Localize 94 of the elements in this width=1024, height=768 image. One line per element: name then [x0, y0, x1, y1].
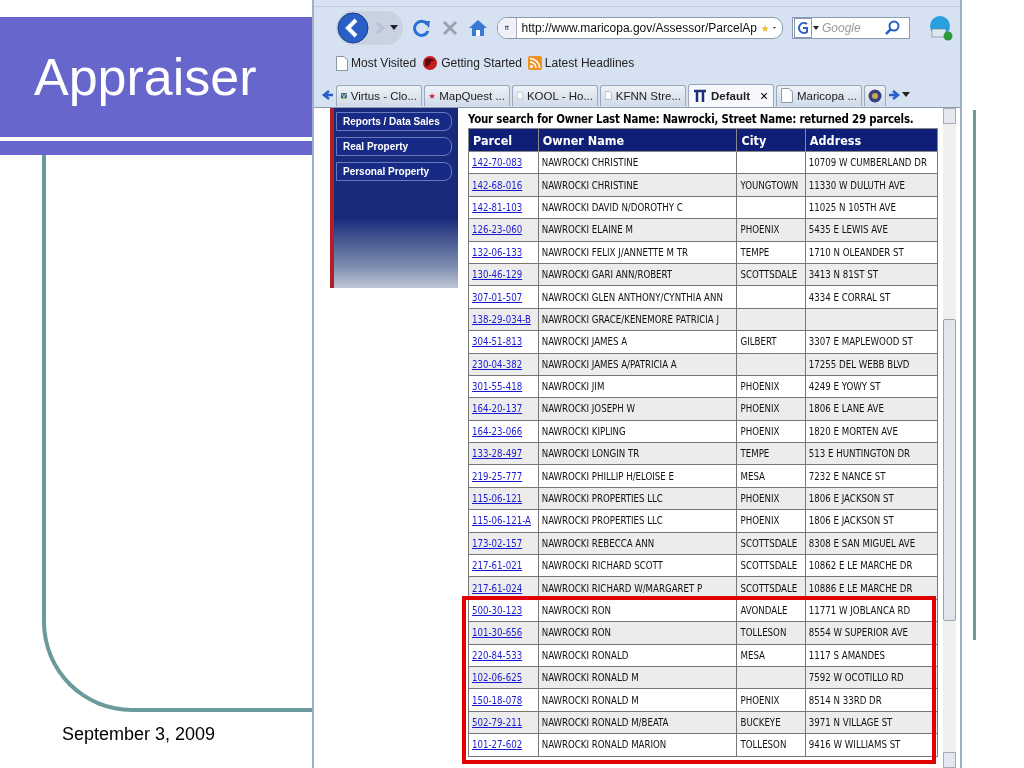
table-cell: 1806 E LANE AVE [805, 397, 938, 421]
table-cell: 513 E HUNTINGTON DR [805, 442, 938, 465]
table-cell: 1820 E MORTEN AVE [805, 420, 938, 443]
table-cell: PHOENIX [737, 375, 806, 398]
column-header: Owner Name [538, 128, 737, 152]
search-box[interactable]: Google [792, 17, 910, 39]
slide-date: September 3, 2009 [62, 724, 216, 745]
table-cell: 1806 E JACKSON ST [805, 487, 938, 510]
search-field[interactable]: Google [822, 21, 882, 35]
table-cell: TEMPE [737, 241, 806, 264]
browser-tab[interactable]: Maricopa ... [776, 84, 862, 106]
table-cell: NAWROCKI JAMES A/PATRICIA A [538, 353, 737, 376]
browser-tab[interactable]: MapQuest ... [424, 84, 510, 106]
table-cell: 5435 E LEWIS AVE [805, 218, 938, 242]
page-icon [781, 88, 793, 103]
nav-button[interactable]: Personal Property [336, 162, 452, 181]
table-cell: 1710 N OLEANDER ST [805, 241, 938, 264]
table-cell: 11025 N 105TH AVE [805, 196, 938, 219]
address-field[interactable]: http://www.maricopa.gov/Assessor/ParcelAp [497, 17, 783, 39]
table-cell: NAWROCKI CHRISTINE [538, 151, 737, 174]
browser-tab[interactable]: KFNN Stre... [600, 84, 686, 106]
table-cell: NAWROCKI DAVID N/DOROTHY C [538, 196, 737, 219]
site-icon [693, 88, 707, 103]
table-cell: NAWROCKI JOSEPH W [538, 397, 737, 421]
table-cell: NAWROCKI GLEN ANTHONY/CYNTHIA ANN [538, 285, 737, 309]
table-cell: NAWROCKI GARI ANN/ROBERT [538, 263, 737, 286]
bookmark-page-icon [336, 55, 348, 71]
table-cell: NAWROCKI CHRISTINE [538, 173, 737, 197]
reload-icon[interactable] [412, 18, 432, 38]
table-cell: 17255 DEL WEBB BLVD [805, 353, 938, 376]
table-cell: 1806 E JACKSON ST [805, 509, 938, 533]
caret-icon [902, 92, 910, 98]
table-cell: 7232 E NANCE ST [805, 464, 938, 488]
table-cell: NAWROCKI GRACE/KENEMORE PATRICIA J [538, 308, 737, 331]
globe-icon [422, 55, 439, 71]
table-cell: 10709 W CUMBERLAND DR [805, 151, 938, 174]
table-cell: PHOENIX [737, 509, 806, 533]
page-icon [517, 88, 523, 103]
bookmark-link[interactable]: Getting Started [441, 56, 522, 70]
table-cell: NAWROCKI PROPERTIES LLC [538, 487, 737, 510]
table-cell: NAWROCKI JAMES A [538, 330, 737, 353]
table-cell: 3307 E MAPLEWOOD ST [805, 330, 938, 353]
table-cell: NAWROCKI LONGIN TR [538, 442, 737, 465]
browser-tab[interactable]: Default × [688, 83, 774, 107]
browser-tab[interactable] [864, 84, 886, 106]
table-cell: NAWROCKI PHILLIP H/ELOISE E [538, 464, 737, 488]
table-cell: NAWROCKI PROPERTIES LLC [538, 509, 737, 533]
scroll-thumb[interactable] [943, 319, 956, 621]
search-icon[interactable] [884, 20, 900, 36]
column-header: City [737, 128, 806, 152]
table-cell: NAWROCKI ELAINE M [538, 218, 737, 242]
bookmark-link[interactable]: Latest Headlines [544, 56, 635, 70]
seal-icon [868, 88, 882, 103]
search-engine-icon[interactable] [794, 18, 820, 38]
table-cell: SCOTTSDALE [737, 554, 806, 577]
table-cell: 4249 E YOWY ST [805, 375, 938, 398]
table-cell: 8308 E SAN MIGUEL AVE [805, 532, 938, 555]
home-icon[interactable] [468, 19, 488, 37]
table-cell: NAWROCKI REBECCA ANN [538, 532, 737, 555]
table-cell: NAWROCKI JIM [538, 375, 737, 398]
browser-tab[interactable]: KOOL - Ho... [512, 84, 598, 106]
scroll-up-icon[interactable] [943, 108, 956, 124]
url-text: http://www.maricopa.gov/Assessor/ParcelAp [521, 21, 757, 35]
table-cell: MESA [737, 464, 806, 488]
nav-button[interactable]: Reports / Data Sales [336, 112, 452, 131]
close-icon[interactable]: × [760, 87, 769, 104]
table-cell: NAWROCKI RON [538, 621, 737, 645]
table-cell: NAWROCKI KIPLING [538, 420, 737, 443]
column-header: Parcel [468, 128, 539, 152]
nav-button[interactable]: Real Property [336, 137, 452, 156]
tab-scroll-left-icon [322, 89, 334, 101]
table-cell: NAWROCKI FELIX J/ANNETTE M TR [538, 241, 737, 264]
back-forward-buttons[interactable] [336, 11, 403, 45]
table-cell: GILBERT [737, 330, 806, 353]
table-cell: 3413 N 81ST ST [805, 263, 938, 286]
table-cell: NAWROCKI RICHARD SCOTT [538, 554, 737, 577]
table-cell: 11330 W DULUTH AVE [805, 173, 938, 197]
column-header: Address [805, 128, 938, 152]
results-heading: Your search for Owner Last Name: Nawrocki, Street Name: returned 29 parcels. [468, 112, 914, 126]
site-icon [498, 18, 517, 38]
stop-icon[interactable] [441, 19, 459, 37]
table-cell: NAWROCKI RONALD M/BEATA [538, 711, 737, 734]
table-cell: PHOENIX [737, 420, 806, 443]
slide-title: Appraiser [34, 47, 257, 107]
table-cell: NAWROCKI RONALD M [538, 666, 737, 689]
table-cell: 4334 E CORRAL ST [805, 285, 938, 309]
scroll-down-icon[interactable] [943, 752, 956, 768]
bookmark-link[interactable]: Most Visited [351, 56, 417, 70]
page-icon [605, 88, 612, 103]
rss-icon [527, 56, 542, 70]
browser-tab[interactable]: Virtus - Clo... [336, 84, 422, 106]
table-cell: 10862 E LE MARCHE DR [805, 554, 938, 577]
scrollbar[interactable] [943, 108, 956, 768]
tab-scroll-right-icon [888, 89, 900, 101]
